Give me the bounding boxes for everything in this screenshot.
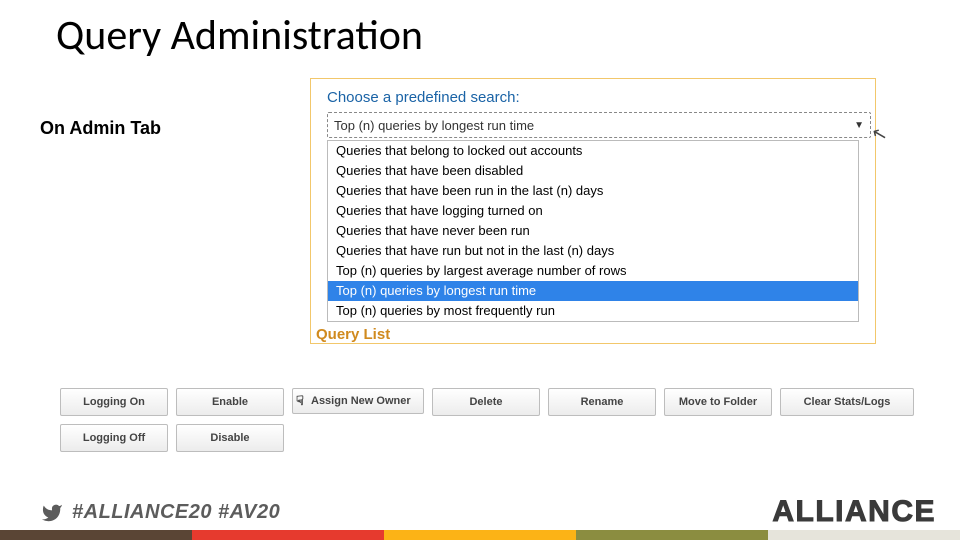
predefined-search-panel: Choose a predefined search: Top (n) quer…	[310, 78, 876, 344]
option-item[interactable]: Queries that have been disabled	[328, 161, 858, 181]
hashtag-text: #ALLIANCE20 #AV20	[72, 501, 280, 524]
twitter-icon	[38, 502, 66, 524]
enable-button[interactable]: Enable	[176, 388, 284, 416]
button-label: Assign New Owner	[311, 395, 411, 407]
option-item[interactable]: Queries that have never been run	[328, 221, 858, 241]
option-item[interactable]: Top (n) queries by largest average numbe…	[328, 261, 858, 281]
hand-pointer-icon: ☟	[296, 393, 304, 409]
panel-label: Choose a predefined search:	[327, 89, 875, 106]
option-item[interactable]: Queries that have logging turned on	[328, 201, 858, 221]
footer-brand: ALLIANCE	[772, 495, 936, 529]
slide-subtitle: On Admin Tab	[40, 118, 161, 139]
clear-stats-button[interactable]: Clear Stats/Logs	[780, 388, 914, 416]
query-list-heading: Query List	[316, 328, 390, 342]
select-value: Top (n) queries by longest run time	[334, 118, 534, 133]
disable-button[interactable]: Disable	[176, 424, 284, 452]
footer-stripes	[0, 530, 960, 540]
action-button-bar: Logging On Enable ☟ Assign New Owner Del…	[60, 388, 940, 460]
assign-new-owner-button[interactable]: ☟ Assign New Owner	[292, 388, 424, 414]
footer-hashtags: #ALLIANCE20 #AV20	[38, 501, 280, 524]
option-item[interactable]: Queries that belong to locked out accoun…	[328, 141, 858, 161]
delete-button[interactable]: Delete	[432, 388, 540, 416]
option-item[interactable]: Queries that have been run in the last (…	[328, 181, 858, 201]
chevron-down-icon: ▼	[854, 120, 864, 131]
option-item-selected[interactable]: Top (n) queries by longest run time	[328, 281, 858, 301]
logging-on-button[interactable]: Logging On	[60, 388, 168, 416]
slide-title: Query Administration	[56, 10, 423, 61]
option-item[interactable]: Queries that have run but not in the las…	[328, 241, 858, 261]
slide-footer: #ALLIANCE20 #AV20 ALLIANCE	[0, 490, 960, 540]
logging-off-button[interactable]: Logging Off	[60, 424, 168, 452]
predefined-search-select[interactable]: Top (n) queries by longest run time ▼	[327, 112, 871, 138]
predefined-search-options[interactable]: Queries that belong to locked out accoun…	[327, 140, 859, 322]
option-item[interactable]: Top (n) queries by most frequently run	[328, 301, 858, 321]
rename-button[interactable]: Rename	[548, 388, 656, 416]
move-to-folder-button[interactable]: Move to Folder	[664, 388, 772, 416]
